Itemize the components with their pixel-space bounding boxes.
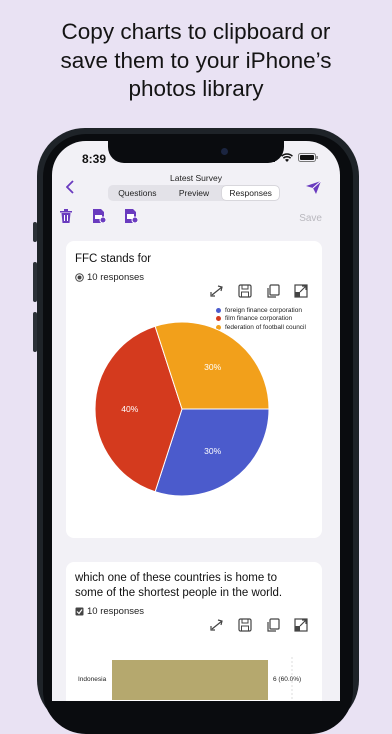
question-title-line: which one of these countries is home to — [75, 572, 278, 584]
swap-chart-icon[interactable] — [210, 618, 224, 632]
pie-slice-label: 30% — [204, 362, 221, 372]
csv-export-icon — [125, 209, 139, 224]
chevron-left-icon — [65, 180, 74, 194]
bar-value-label: 6 (60.0%) — [273, 676, 301, 683]
pie-slice-label: 30% — [204, 446, 221, 456]
headline: Copy charts to clipboard or save them to… — [0, 18, 392, 104]
delete-button[interactable] — [60, 209, 72, 228]
mute-switch — [33, 222, 37, 242]
nav-bar: Latest Survey Questions Preview Response… — [52, 171, 340, 205]
trash-icon — [60, 209, 72, 223]
pie-chart: 30% 40% 30% — [94, 321, 270, 497]
bar — [112, 660, 268, 700]
paper-plane-icon — [306, 180, 322, 194]
export-pdf-button[interactable] — [92, 209, 107, 228]
survey-title: Latest Survey — [170, 173, 222, 183]
question-card: which one of these countries is home to … — [66, 562, 322, 701]
bar-chart: Indonesia 6 (60.0%) — [78, 657, 301, 701]
question-title: which one of these countries is home to … — [75, 571, 282, 600]
pie-slice-label: 40% — [121, 404, 138, 414]
headline-line: photos library — [128, 76, 264, 101]
save-chart-icon[interactable] — [238, 618, 252, 632]
bar-category-label: Indonesia — [78, 676, 107, 683]
battery-icon — [298, 153, 318, 162]
segmented-control: Questions Preview Responses — [108, 185, 280, 201]
copy-chart-icon[interactable] — [266, 618, 280, 632]
headline-line: Copy charts to clipboard or — [61, 19, 331, 44]
send-button[interactable] — [305, 180, 322, 200]
response-count-label: 10 responses — [87, 606, 145, 617]
status-time: 8:39 — [82, 152, 107, 166]
question-title-line: some of the shortest people in the world… — [75, 586, 283, 599]
back-button[interactable] — [65, 180, 74, 199]
tab-questions[interactable]: Questions — [109, 186, 166, 200]
phone-notch — [108, 141, 284, 163]
front-camera — [221, 148, 228, 155]
volume-up-button — [33, 262, 37, 302]
app-screen: 8:39 Latest Survey Questions Preview Res… — [52, 141, 340, 701]
checkbox-icon — [75, 607, 84, 616]
tab-preview[interactable]: Preview — [166, 186, 223, 200]
toolbar: Save — [52, 209, 340, 229]
pdf-export-icon — [93, 209, 107, 224]
response-count: 10 responses — [75, 606, 144, 617]
volume-down-button — [33, 312, 37, 352]
headline-line: save them to your iPhone’s — [60, 47, 332, 73]
save-button[interactable]: Save — [299, 213, 322, 224]
chart-tools — [210, 618, 308, 632]
export-csv-button[interactable] — [124, 209, 139, 228]
question-card: FFC stands for 10 responses foreign fina… — [66, 241, 322, 538]
expand-chart-icon[interactable] — [294, 618, 308, 632]
wifi-icon — [281, 153, 293, 162]
tab-responses[interactable]: Responses — [222, 186, 280, 200]
